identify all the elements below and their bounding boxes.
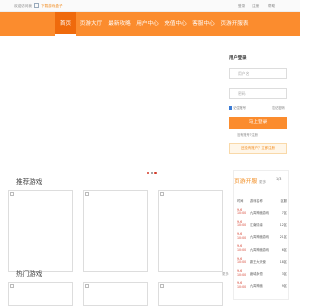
server-name: 21区 [279,235,287,240]
image-icon [85,192,89,196]
game-name[interactable]: 九霄神魔游戏 [250,206,277,218]
table-row[interactable]: 9-6 10:00 九霄神魔 9区 [237,280,287,292]
image-icon [160,284,164,288]
server-name: 3区 [281,272,287,277]
game-name[interactable]: 九霄神魔 [250,280,277,292]
game-name[interactable]: 九霄神魔游戏 [250,231,277,243]
banner-dot[interactable] [154,171,157,174]
server-name: 9区 [281,284,287,289]
game-card[interactable] [158,282,223,306]
top-bar: 欢迎访问我 下载游戏盒子 登录 注册 帮助 [0,0,300,12]
nav-game-hall[interactable]: 页游大厅 [77,12,105,36]
game-card[interactable] [8,282,73,306]
game-card[interactable] [83,282,148,306]
nav-home[interactable]: 首页 [55,12,76,36]
hot-title: 热门游戏 [16,270,43,278]
recommended-title: 推荐游戏 [16,178,43,186]
nav-latest-guides[interactable]: 最新攻略 [106,12,133,36]
image-icon [160,192,164,196]
forgot-password-link[interactable]: 忘记密码 [272,105,285,110]
game-name[interactable]: 九霄神魔游戏 [250,243,277,255]
game-card[interactable] [83,190,148,272]
game-name[interactable]: 江南情缘 [250,218,277,230]
top-register-link[interactable]: 注册 [252,4,259,9]
open-time: 9-6 10:00 [237,207,247,216]
banner-dot[interactable] [147,171,150,174]
banner-slider[interactable] [9,40,220,166]
login-button[interactable]: 马上登录 [229,117,287,129]
column-header: 区服 [280,199,287,203]
table-row[interactable]: 9-6 10:00 九霄神魔游戏 21区 [237,231,287,243]
open-time: 9-6 10:00 [237,219,247,228]
nav-user-center[interactable]: 用户中心 [134,12,161,36]
nav-recharge-center[interactable]: 充值中心 [162,12,189,36]
banner-pagination [147,159,158,178]
server-name: 12区 [279,222,287,227]
welcome-text: 欢迎访问我 [14,4,32,8]
open-server-more-link[interactable]: 更多 [259,180,266,184]
nav-service-center[interactable]: 客服中心 [190,12,217,36]
open-time: 9-6 10:00 [237,232,247,240]
nav-open-server-list[interactable]: 页游开服表 [218,12,251,36]
register-link[interactable]: 没有账号?注册 [237,132,258,137]
main-nav: 首页 页游大厅 最新攻略 用户中心 充值中心 客服中心 页游开服表 [0,12,300,36]
table-row[interactable]: 9-6 10:00 霸王大天使 18区 [237,255,287,267]
top-help-link[interactable]: 帮助 [268,4,275,9]
banner-dot[interactable] [150,171,154,174]
open-server-pagination[interactable]: 1/3 [276,177,281,181]
image-icon [10,284,14,288]
table-row[interactable]: 9-6 10:00 九霄神魔游戏 6区 [237,243,287,255]
game-name[interactable]: 霸王大天使 [250,255,277,267]
column-header: 游戏名称 [249,199,263,203]
open-server-title: 页游开服 更多 [234,176,266,185]
box-icon [34,3,39,8]
game-name[interactable]: 魔域永恒 [250,267,277,279]
register-promo-banner[interactable]: 还没有账户？立即注册 [229,143,287,154]
server-name: 7区 [281,210,287,215]
open-time: 9-6 10:00 [237,269,247,277]
image-icon [85,284,89,288]
password-input[interactable]: 密码 [229,88,287,99]
table-row[interactable]: 9-6 10:00 魔域永恒 3区 [237,267,287,279]
game-card[interactable] [158,190,223,272]
remember-checkbox[interactable]: 记住账号 [229,105,246,110]
table-row[interactable]: 9-6 10:00 江南情缘 12区 [237,218,287,230]
column-header: 时间 [237,199,244,203]
server-name: 18区 [279,259,287,264]
image-icon [10,192,14,196]
open-server-title-text: 页游开服 [234,179,258,185]
checkbox-icon [229,106,233,110]
game-card[interactable] [8,190,73,272]
username-input[interactable]: 用户名 [229,68,287,79]
top-login-link[interactable]: 登录 [238,4,245,9]
open-time: 9-6 10:00 [237,244,247,253]
remember-label: 记住账号 [233,106,246,110]
open-time: 9-6 10:00 [237,281,247,289]
server-name: 6区 [281,247,287,252]
download-box-link[interactable]: 下载游戏盒子 [41,4,63,9]
hot-more-link[interactable]: 更多 [222,271,229,276]
login-title: 用户登录 [229,56,247,61]
open-time: 9-6 10:00 [237,256,247,265]
table-row[interactable]: 9-6 10:00 九霄神魔游戏 7区 [237,206,287,218]
open-server-table: 时间 游戏名称 区服 9-6 10:00 九霄神魔游戏 7区 9-6 10:00 江… [237,195,287,292]
